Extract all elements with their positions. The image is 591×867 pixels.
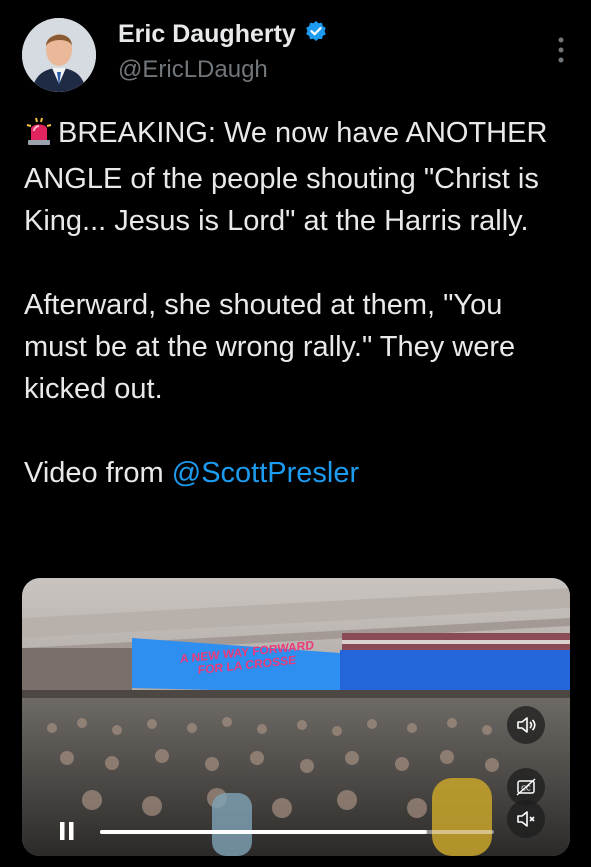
mention-link[interactable]: @ScottPresler — [172, 457, 359, 489]
tweet-paragraph-2: Afterward, she shouted at them, "You mus… — [24, 289, 516, 406]
verified-badge-icon — [304, 20, 328, 49]
more-options-icon[interactable] — [557, 36, 565, 64]
video-credit-label: Video from — [24, 457, 172, 490]
video-progress-fill — [100, 830, 428, 834]
avatar[interactable] — [22, 18, 96, 92]
mute-icon[interactable] — [507, 800, 545, 838]
author-display-name[interactable]: Eric Daugherty — [118, 20, 296, 49]
video-progress-bar[interactable] — [100, 830, 494, 834]
svg-text:CC: CC — [521, 785, 531, 793]
tweet-text: BREAKING: We now have ANOTHER ANGLE of t… — [24, 112, 569, 494]
video-player[interactable]: A NEW WAY FORWARD FOR LA CROSSE CC — [22, 578, 570, 856]
siren-emoji-icon — [24, 116, 54, 158]
author-handle[interactable]: @EricLDaugh — [118, 56, 268, 84]
tweet-paragraph-3: Video from @ScottPresler — [24, 452, 569, 494]
tweet-paragraph-1: BREAKING: We now have ANOTHER ANGLE of t… — [24, 112, 569, 242]
tweet-paragraph-1-text: BREAKING: We now have ANOTHER ANGLE of t… — [24, 117, 548, 238]
volume-icon[interactable] — [507, 706, 545, 744]
pause-icon[interactable] — [58, 820, 76, 842]
video-frame — [22, 578, 570, 856]
